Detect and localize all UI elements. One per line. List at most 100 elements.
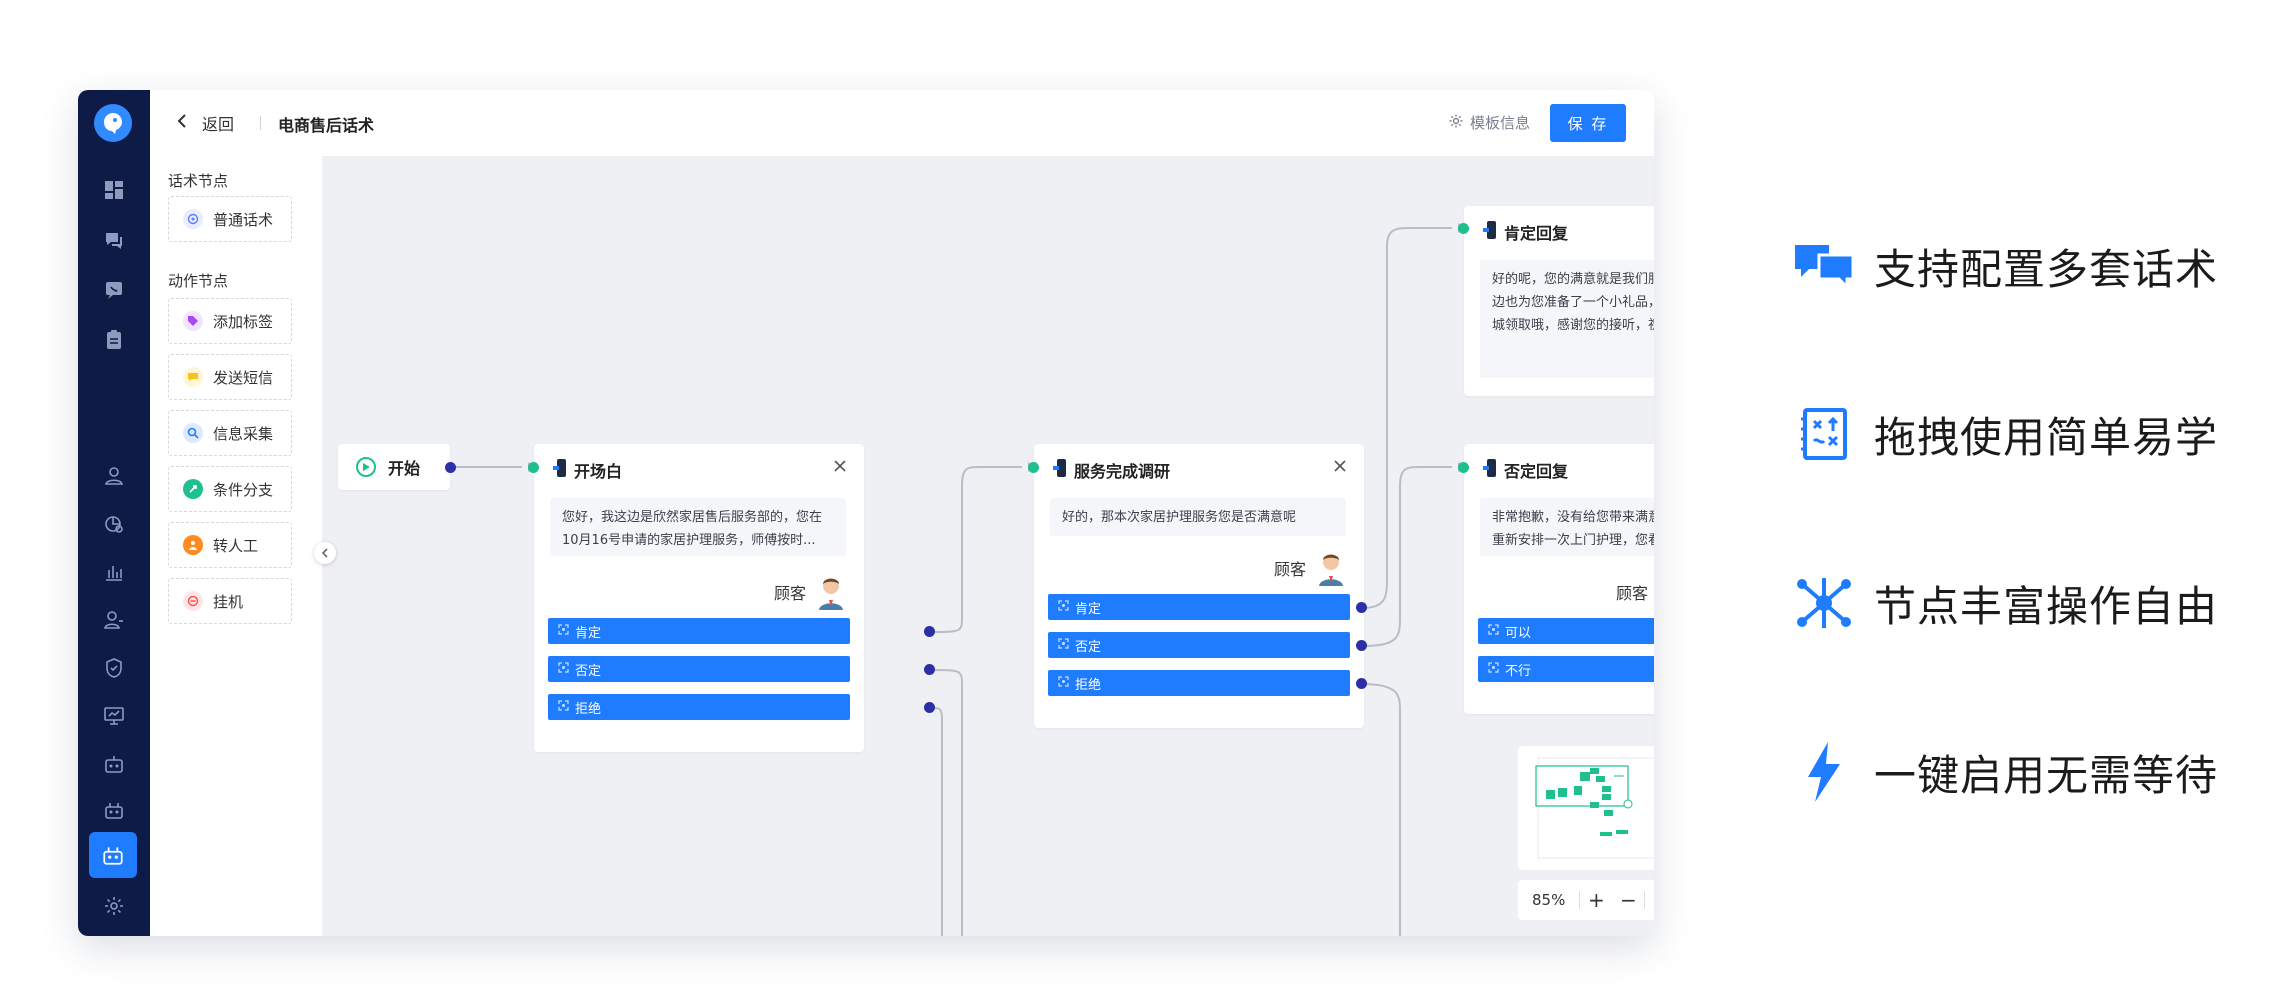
scan-icon [558,699,569,715]
bot-settings-icon[interactable] [98,794,130,826]
branch-reject[interactable]: 拒绝 [1048,670,1350,696]
feature-label: 一键启用无需等待 [1874,750,2219,800]
speaker-label: 顾客 [1273,560,1306,579]
survey-input-port[interactable] [1028,462,1039,473]
edge-survey-negative [1361,466,1452,647]
palette-item-hang-up[interactable]: 挂机 [168,578,292,624]
output-port[interactable] [924,664,935,675]
positive-input-port[interactable] [1458,223,1469,234]
palette-item-label: 信息采集 [213,424,274,443]
chart-pie-icon[interactable] [98,508,130,540]
output-port[interactable] [1356,602,1367,613]
save-button[interactable]: 保 存 [1550,104,1626,142]
speaker-row: 顾客 [774,574,846,610]
start-node[interactable]: 开始 [338,444,450,490]
fit-screen-icon[interactable] [1645,888,1654,912]
node-title: 否定回复 [1504,462,1569,481]
dashboard-icon[interactable] [98,174,130,206]
palette-item-condition-branch[interactable]: 条件分支 [168,466,292,512]
script-nodes-title: 话术节点 [168,172,229,190]
hangup-icon [183,591,203,611]
settings-gear-icon[interactable] [98,890,130,922]
branch-reject[interactable]: 拒绝 [548,694,850,720]
output-port[interactable] [924,626,935,637]
close-icon[interactable] [1332,458,1348,478]
branch-label: 否定 [575,663,602,679]
branch-positive[interactable]: 肯定 [548,618,850,644]
output-port[interactable] [924,702,935,713]
script-bot-icon[interactable] [89,832,137,878]
flow-canvas[interactable]: 开始 开场白 您好，我这边是欣然家居售后服务部的，您在10月16号申请的家居护理… [322,156,1654,936]
palette-item-transfer-agent[interactable]: 转人工 [168,522,292,568]
palette-item-normal-script[interactable]: 普通话术 [168,196,292,242]
monitor-icon[interactable] [98,700,130,732]
back-button[interactable]: 返回 [176,112,234,134]
opening-input-port[interactable] [528,462,539,473]
survey-node[interactable]: 服务完成调研 好的，那本次家居护理服务您是否满意呢 顾客 肯定 否定 拒绝 [1034,444,1364,728]
opening-node[interactable]: 开场白 您好，我这边是欣然家居售后服务部的，您在10月16号申请的家居护理服务，… [534,444,864,752]
phone-icon [552,458,568,482]
edge-opening-negative [929,669,963,936]
transfer-icon [183,535,203,555]
scan-icon [558,661,569,677]
scan-icon [1058,637,1069,653]
palette-item-send-sms[interactable]: 发送短信 [168,354,292,400]
clipboard-icon[interactable] [98,324,130,356]
phone-icon [1482,220,1498,244]
positive-reply-node[interactable]: 肯定回复 好的呢，您的满意就是我们服务最大的动力，这边也为您准备了一个小礼品，您… [1464,206,1654,396]
phone-icon [1052,458,1068,482]
output-port[interactable] [1356,640,1367,651]
palette-item-label: 发送短信 [213,368,274,387]
palette-item-info-collect[interactable]: 信息采集 [168,410,292,456]
lightning-icon [1792,742,1856,802]
chat-bubbles-icon [1792,236,1856,296]
chat-icon[interactable] [98,224,130,256]
palette-item-label: 普通话术 [213,210,274,229]
bar-chart-icon[interactable] [98,556,130,588]
speaker-row: 顾客 [1616,574,1654,610]
speaker-label: 顾客 [773,584,806,603]
branch-label: 否定 [1075,639,1102,655]
scan-icon [1488,661,1499,677]
user-icon[interactable] [98,460,130,492]
zoom-in-button[interactable]: + [1580,888,1612,912]
branch-icon [183,479,203,499]
minimap[interactable] [1518,746,1654,870]
start-output-port[interactable] [445,462,456,473]
edge-opening-reject [929,707,943,936]
branch-negative[interactable]: 否定 [548,656,850,682]
negative-reply-node[interactable]: 否定回复 非常抱歉，没有给您带来满意的服务，这边为您重新安排一次上门护理，您看可… [1464,444,1654,714]
node-script-text: 您好，我这边是欣然家居售后服务部的，您在10月16号申请的家居护理服务，师傅按时… [550,498,846,556]
shield-icon[interactable] [98,652,130,684]
scan-icon [1058,675,1069,691]
collapse-panel-button[interactable] [314,542,336,564]
negative-input-port[interactable] [1458,462,1469,473]
branch-yes[interactable]: 可以 [1478,618,1654,644]
feature-label: 拖拽使用简单易学 [1874,412,2219,462]
close-icon[interactable] [832,458,848,478]
node-header: 肯定回复 [1482,220,1568,244]
palette-item-label: 添加标签 [213,312,274,331]
app-logo[interactable] [94,104,132,142]
start-label: 开始 [388,459,421,478]
play-icon [356,457,376,477]
feature-label: 节点丰富操作自由 [1874,581,2219,631]
branch-negative[interactable]: 否定 [1048,632,1350,658]
zoom-out-button[interactable]: − [1612,888,1644,912]
palette-item-add-tag[interactable]: 添加标签 [168,298,292,344]
robot-icon[interactable] [98,748,130,780]
template-info-button[interactable]: 模板信息 [1448,112,1530,133]
node-title: 肯定回复 [1504,224,1569,243]
scan-icon [558,623,569,639]
call-log-icon[interactable] [98,274,130,306]
branch-positive[interactable]: 肯定 [1048,594,1350,620]
output-port[interactable] [1356,678,1367,689]
node-title: 服务完成调研 [1074,462,1171,481]
drag-board-icon [1792,404,1856,464]
chevron-left-icon [321,548,328,558]
branch-no[interactable]: 不行 [1478,656,1654,682]
left-nav-rail [78,90,150,936]
feature-label: 支持配置多套话术 [1874,244,2219,294]
node-header: 否定回复 [1482,458,1568,482]
contacts-icon[interactable] [98,604,130,636]
